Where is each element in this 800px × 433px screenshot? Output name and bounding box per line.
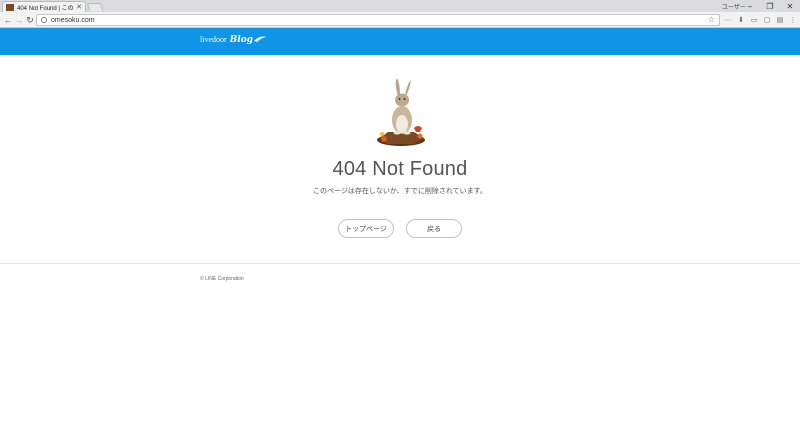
reload-icon[interactable]: ↻ bbox=[24, 14, 36, 26]
livedoor-blog-logo[interactable]: livedoor Blog bbox=[200, 35, 266, 45]
logo-feather-icon bbox=[254, 36, 266, 42]
logo-text: livedoor bbox=[200, 35, 227, 44]
close-window-icon[interactable]: ✕ bbox=[778, 0, 800, 12]
top-page-button[interactable]: トップページ bbox=[338, 219, 394, 238]
logo-blog-text: Blog bbox=[229, 35, 253, 45]
favicon-icon bbox=[6, 3, 14, 11]
error-title: 404 Not Found bbox=[332, 158, 468, 180]
download-icon[interactable]: ⬇ bbox=[736, 15, 746, 25]
reader-icon[interactable]: ▤ bbox=[775, 15, 785, 25]
translate-icon[interactable]: ▢ bbox=[762, 15, 772, 25]
site-header: livedoor Blog bbox=[0, 28, 800, 55]
back-button[interactable]: 戻る bbox=[406, 219, 462, 238]
menu-icon[interactable]: ⋮ bbox=[788, 15, 798, 25]
footer-divider bbox=[0, 263, 800, 264]
rabbit-illustration bbox=[377, 78, 425, 146]
url-text: omesoku.com bbox=[51, 16, 95, 24]
address-bar[interactable]: omesoku.com ☆ bbox=[36, 14, 720, 26]
info-icon[interactable] bbox=[41, 17, 47, 23]
browser-toolbar: ← → ↻ omesoku.com ☆ ⋯ ⬇ ▭ ▢ ▤ ⋮ bbox=[0, 12, 800, 28]
tab-close-icon[interactable]: ✕ bbox=[76, 4, 82, 11]
browser-tab[interactable]: 404 Not Found | このページ ✕ bbox=[2, 1, 86, 12]
tab-strip: 404 Not Found | このページ ✕ ユーザー – ❐ ✕ bbox=[0, 0, 800, 12]
new-tab-button[interactable] bbox=[86, 3, 104, 11]
error-message: このページは存在しないか、すでに削除されています。 bbox=[313, 188, 487, 195]
print-icon[interactable]: ▭ bbox=[749, 15, 759, 25]
star-icon[interactable]: ☆ bbox=[708, 15, 715, 24]
extension-icon[interactable]: ⋯ bbox=[723, 15, 733, 25]
copyright: © LINE Corporation bbox=[200, 276, 244, 282]
tab-title: 404 Not Found | このページ bbox=[17, 5, 74, 12]
